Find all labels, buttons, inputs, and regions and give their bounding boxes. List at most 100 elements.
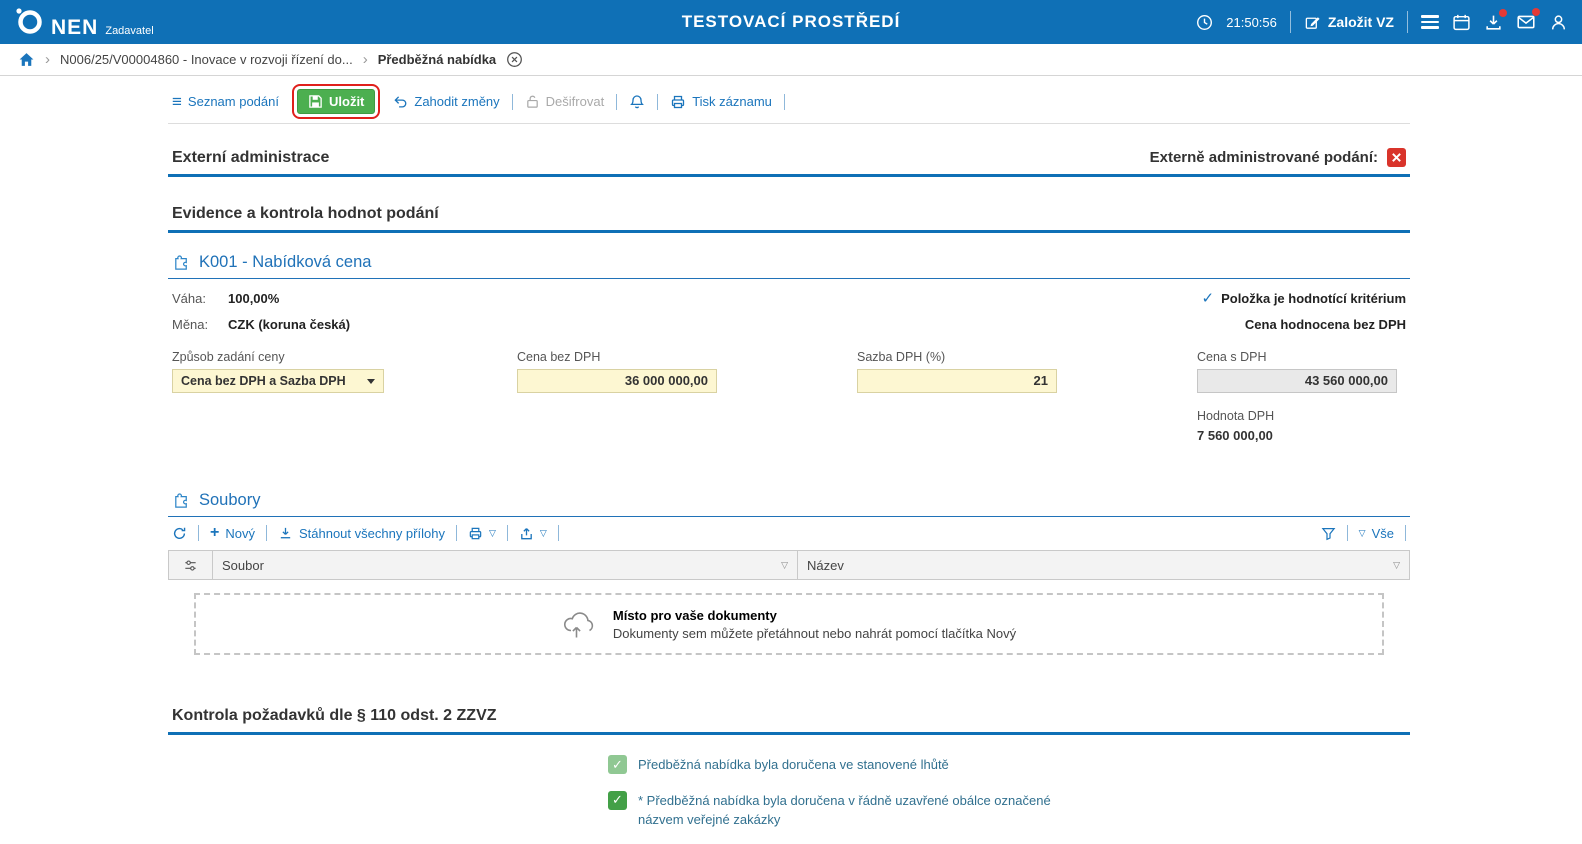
list-submissions-label: Seznam podání (188, 94, 279, 109)
files-table: Soubor ▽ Název ▽ (168, 550, 1410, 580)
caret-down-icon: ▽ (540, 528, 547, 539)
list-submissions-link[interactable]: ≡ Seznam podání (172, 93, 279, 110)
separator (1347, 525, 1348, 541)
k001-fields: Způsob zadání ceny Cena bez DPH a Sazba … (168, 350, 1410, 443)
column-header-file-label: Soubor (222, 558, 264, 573)
x-icon (1391, 152, 1402, 163)
breadcrumb-item-current: Předběžná nabídka (378, 52, 496, 67)
check-icon: ✓ (612, 757, 623, 773)
vat-amount-label: Hodnota DPH (1197, 409, 1406, 423)
puzzle-icon (172, 253, 191, 272)
files-toolbar: + Nový Stáhnout všechny přílohy ▽ ▽ (168, 525, 1410, 541)
discard-changes-link[interactable]: Zahodit změny (393, 94, 499, 109)
column-settings-header[interactable] (169, 551, 213, 580)
external-admin-flag-checkbox[interactable] (1387, 148, 1406, 167)
refresh-icon[interactable] (172, 526, 187, 541)
price-gross-label: Cena s DPH (1197, 350, 1406, 364)
check-icon: ✓ (612, 792, 623, 808)
create-vz-button[interactable]: Založit VZ (1304, 14, 1394, 31)
view-filter-dropdown[interactable]: ▽ Vše (1359, 526, 1394, 541)
price-gross-input: 43 560 000,00 (1197, 369, 1397, 393)
vat-rate-input[interactable]: 21 (857, 369, 1057, 393)
k001-header: K001 - Nabídková cena (168, 249, 1410, 279)
messages-icon[interactable] (1516, 12, 1536, 32)
file-dropzone[interactable]: Místo pro vaše dokumenty Dokumenty sem m… (194, 593, 1384, 655)
k001-weight-row: Váha: 100,00% ✓ Položka je hodnotící kri… (168, 289, 1410, 307)
save-button[interactable]: Uložit (297, 89, 375, 114)
save-label: Uložit (329, 94, 364, 109)
currency-label: Měna: (172, 317, 214, 332)
calendar-icon[interactable] (1452, 13, 1471, 32)
printer-icon (670, 94, 686, 110)
puzzle-icon (172, 491, 191, 510)
separator (784, 94, 785, 110)
list-icon: ≡ (172, 93, 182, 110)
section-title: Kontrola požadavků dle § 110 odst. 2 ZZV… (172, 707, 497, 725)
export-icon (519, 526, 534, 541)
column-header-name[interactable]: Název ▽ (798, 551, 1410, 580)
filter-caret-icon[interactable]: ▽ (781, 560, 788, 571)
breadcrumb-chevron: › (363, 51, 368, 68)
separator (456, 525, 457, 541)
vat-amount-value: 7 560 000,00 (1197, 428, 1406, 443)
select-caret-icon (367, 379, 375, 384)
column-header-name-label: Název (807, 558, 844, 573)
separator (558, 525, 559, 541)
new-file-button[interactable]: + Nový (210, 525, 255, 541)
k001-currency-row: Měna: CZK (koruna česká) Cena hodnocena … (168, 317, 1410, 332)
download-all-label: Stáhnout všechny přílohy (299, 526, 445, 541)
clock-icon (1196, 14, 1213, 31)
separator (616, 94, 617, 110)
section-external-administration: Externí administrace Externě administrov… (168, 148, 1410, 177)
section-requirements: Kontrola požadavků dle § 110 odst. 2 ZZV… (168, 707, 1410, 735)
download-all-link[interactable]: Stáhnout všechny přílohy (278, 526, 445, 541)
filter-icon[interactable] (1321, 526, 1336, 541)
unlock-icon (525, 94, 540, 109)
upload-cloud-icon (562, 609, 598, 639)
menu-icon[interactable] (1421, 15, 1439, 29)
breadcrumb-item-procurement[interactable]: N006/25/V00004860 - Inovace v rozvoji ří… (60, 52, 353, 67)
currency-value: CZK (koruna česká) (228, 317, 350, 332)
requirement-row-envelope: ✓ * Předběžná nabídka byla doručena v řá… (608, 791, 1410, 830)
dropzone-hint: Dokumenty sem můžete přetáhnout nebo nah… (613, 626, 1016, 641)
k001-title: K001 - Nabídková cena (199, 253, 371, 272)
view-filter-label: Vše (1372, 526, 1394, 541)
section-evidence: Evidence a kontrola hodnot podání (168, 205, 1410, 233)
export-menu-button[interactable]: ▽ (519, 526, 547, 541)
divider (1407, 11, 1408, 33)
print-record-link[interactable]: Tisk záznamu (670, 94, 772, 110)
price-mode-value: Cena bez DPH a Sazba DPH (181, 374, 346, 388)
price-mode-select[interactable]: Cena bez DPH a Sazba DPH (172, 369, 384, 393)
files-header: Soubory (168, 487, 1410, 517)
notification-bell-button[interactable] (629, 94, 645, 110)
downloads-icon[interactable] (1484, 13, 1503, 32)
decrypt-link[interactable]: Dešifrovat (525, 94, 605, 109)
column-header-file[interactable]: Soubor ▽ (213, 551, 798, 580)
undo-icon (393, 94, 408, 109)
caret-down-icon: ▽ (489, 528, 496, 539)
section-title: Externí administrace (172, 149, 329, 167)
home-icon[interactable] (18, 51, 35, 68)
profile-icon[interactable] (1549, 13, 1568, 32)
requirement-deadline-label: Předběžná nabídka byla doručena ve stano… (638, 755, 949, 775)
breadcrumb-chevron: › (45, 51, 50, 68)
checkbox-envelope[interactable]: ✓ (608, 791, 627, 810)
price-net-label: Cena bez DPH (517, 350, 857, 364)
files-title: Soubory (199, 491, 260, 510)
filter-caret-icon[interactable]: ▽ (1393, 560, 1400, 571)
price-net-input[interactable]: 36 000 000,00 (517, 369, 717, 393)
close-tab-icon[interactable] (506, 51, 523, 68)
print-menu-button[interactable]: ▽ (468, 526, 496, 541)
checkbox-deadline[interactable]: ✓ (608, 755, 627, 774)
brand-name: NEN (51, 17, 98, 38)
separator (657, 94, 658, 110)
notification-badge (1532, 8, 1540, 16)
external-admin-flag-label: Externě administrované podání: (1150, 149, 1378, 166)
decrypt-label: Dešifrovat (546, 94, 605, 109)
brand[interactable]: NEN Zadavatel (14, 6, 154, 38)
environment-title: TESTOVACÍ PROSTŘEDÍ (682, 12, 901, 32)
brand-subtitle: Zadavatel (105, 25, 153, 37)
dropzone-title: Místo pro vaše dokumenty (613, 608, 1016, 623)
discard-changes-label: Zahodit změny (414, 94, 499, 109)
divider (1290, 11, 1291, 33)
